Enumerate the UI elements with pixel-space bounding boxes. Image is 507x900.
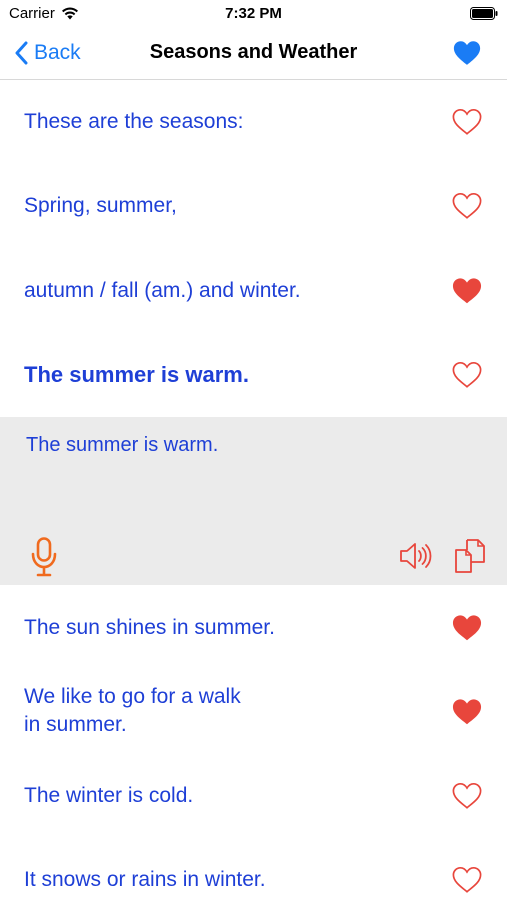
heart-outline-icon[interactable] — [452, 361, 482, 389]
microphone-icon[interactable] — [30, 537, 58, 577]
heart-icon[interactable] — [453, 40, 481, 66]
phrase-text-line: in summer. — [24, 713, 127, 736]
heart-filled-icon[interactable] — [452, 277, 482, 305]
phrase-text: These are the seasons: — [24, 110, 244, 133]
heart-filled-icon[interactable] — [452, 698, 482, 726]
list-item[interactable]: autumn / fall (am.) and winter. — [0, 248, 507, 332]
phrase-text: We like to go for a walk in summer. — [24, 683, 241, 739]
heart-outline-icon[interactable] — [452, 866, 482, 894]
heart-outline-icon[interactable] — [452, 108, 482, 136]
phrase-text: autumn / fall (am.) and winter. — [24, 279, 301, 302]
phrase-text: The sun shines in summer. — [24, 616, 275, 639]
status-time: 7:32 PM — [225, 5, 282, 22]
page-title: Seasons and Weather — [149, 41, 358, 63]
phrase-text: The winter is cold. — [24, 784, 194, 807]
status-bar: Carrier 7:32 PM — [0, 0, 507, 28]
detail-panel: The summer is warm. — [0, 417, 507, 585]
phrase-text: It snows or rains in winter. — [24, 868, 266, 891]
list-item[interactable]: The winter is cold. — [0, 755, 507, 839]
speaker-icon[interactable] — [398, 541, 432, 571]
list-item[interactable]: We like to go for a walk in summer. — [0, 669, 507, 755]
phrase-text-line: We like to go for a walk — [24, 685, 241, 708]
navigation-bar: Back Seasons and Weather — [0, 28, 507, 80]
heart-outline-icon[interactable] — [452, 192, 482, 220]
heart-outline-icon[interactable] — [452, 782, 482, 810]
detail-phrase-text: The summer is warm. — [26, 434, 219, 456]
list-item-selected[interactable]: The summer is warm. — [0, 332, 507, 417]
list-item[interactable]: It snows or rains in winter. — [0, 839, 507, 900]
battery-icon — [470, 7, 498, 20]
copy-icon[interactable] — [452, 538, 488, 574]
list-item[interactable]: Spring, summer, — [0, 164, 507, 248]
phrase-text: Spring, summer, — [24, 194, 177, 217]
list-item[interactable]: These are the seasons: — [0, 80, 507, 164]
heart-filled-icon[interactable] — [452, 614, 482, 642]
phrase-text: The summer is warm. — [24, 362, 249, 387]
list-item[interactable]: The sun shines in summer. — [0, 585, 507, 669]
